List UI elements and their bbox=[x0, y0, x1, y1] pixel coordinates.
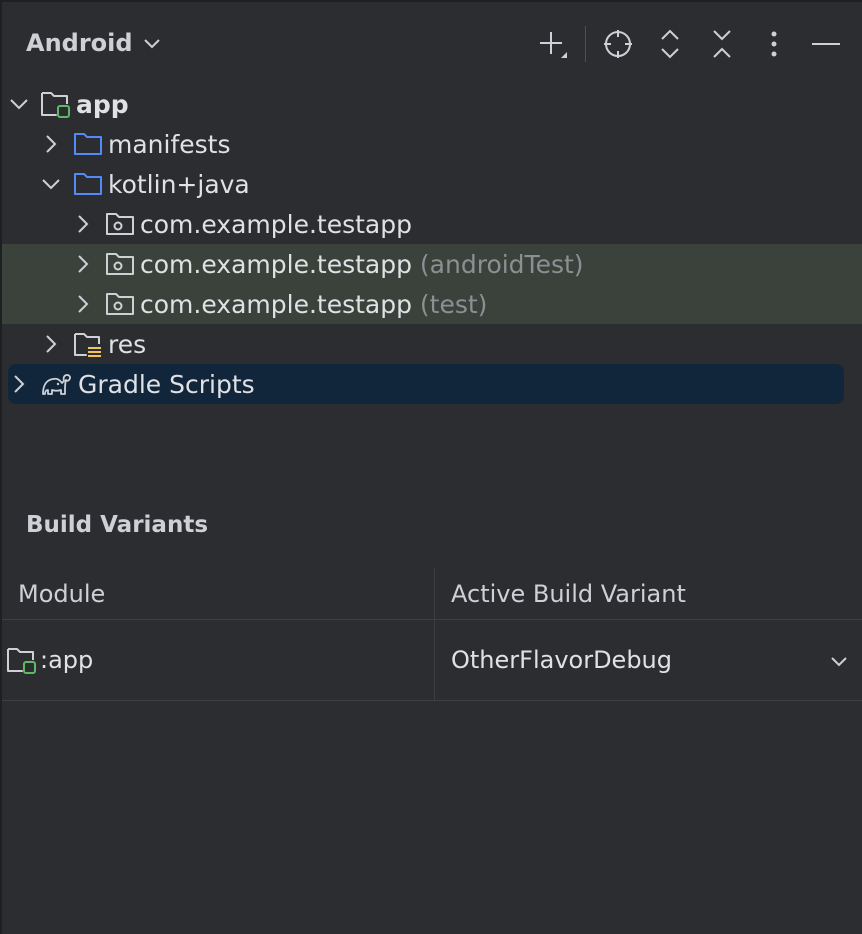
project-tool-window: Android app manifests kotlin+java com.ex… bbox=[0, 0, 862, 934]
build-variant-value: OtherFlavorDebug bbox=[451, 646, 673, 674]
package-name: com.example.testapp bbox=[140, 289, 412, 319]
view-selector-label: Android bbox=[26, 29, 133, 57]
source-set-suffix: (androidTest) bbox=[419, 249, 584, 279]
tree-node-label: res bbox=[108, 329, 147, 359]
tree-node-package-main[interactable]: com.example.testapp bbox=[2, 204, 862, 244]
chevron-right-icon[interactable] bbox=[40, 133, 62, 155]
module-folder-icon bbox=[40, 88, 72, 120]
package-icon bbox=[104, 248, 136, 280]
toolbar-separator bbox=[585, 26, 586, 62]
chevron-right-icon[interactable] bbox=[72, 293, 94, 315]
tree-node-res[interactable]: res bbox=[2, 324, 862, 364]
hide-icon[interactable] bbox=[806, 24, 846, 64]
build-variant-dropdown[interactable]: OtherFlavorDebug bbox=[435, 620, 862, 700]
tree-node-label: Gradle Scripts bbox=[78, 369, 255, 399]
tree-node-manifests[interactable]: manifests bbox=[2, 124, 862, 164]
tree-node-package-test[interactable]: com.example.testapp (test) bbox=[2, 284, 862, 324]
tool-window-header: Android bbox=[2, 2, 862, 84]
chevron-right-icon[interactable] bbox=[72, 253, 94, 275]
build-variants-title: Build Variants bbox=[26, 512, 209, 538]
chevron-right-icon[interactable] bbox=[40, 333, 62, 355]
tree-node-label: kotlin+java bbox=[108, 169, 250, 199]
chevron-right-icon[interactable] bbox=[72, 213, 94, 235]
expand-all-icon[interactable] bbox=[650, 24, 690, 64]
source-set-suffix: (test) bbox=[419, 289, 488, 319]
chevron-down-icon bbox=[143, 34, 161, 53]
tree-node-label: com.example.testapp (androidTest) bbox=[140, 250, 584, 279]
table-row[interactable]: :app OtherFlavorDebug bbox=[2, 620, 862, 701]
package-name: com.example.testapp bbox=[140, 249, 412, 279]
folder-icon bbox=[72, 128, 104, 160]
locate-icon[interactable] bbox=[598, 24, 638, 64]
tree-node-kotlin-java[interactable]: kotlin+java bbox=[2, 164, 862, 204]
more-options-icon[interactable] bbox=[754, 24, 794, 64]
column-header-module[interactable]: Module bbox=[18, 568, 105, 620]
collapse-all-icon[interactable] bbox=[702, 24, 742, 64]
module-name: :app bbox=[40, 646, 94, 674]
chevron-down-icon[interactable] bbox=[8, 93, 30, 115]
add-icon[interactable] bbox=[533, 24, 573, 64]
chevron-right-icon[interactable] bbox=[8, 373, 30, 395]
source-folder-icon bbox=[72, 168, 104, 200]
module-folder-icon bbox=[6, 644, 40, 676]
view-selector-dropdown[interactable]: Android bbox=[26, 28, 161, 58]
toolbar bbox=[521, 24, 846, 64]
table-header-row: Module Active Build Variant bbox=[2, 568, 862, 620]
chevron-down-icon[interactable] bbox=[40, 173, 62, 195]
package-icon bbox=[104, 208, 136, 240]
chevron-down-icon bbox=[830, 652, 848, 671]
package-icon bbox=[104, 288, 136, 320]
column-header-active-build-variant[interactable]: Active Build Variant bbox=[451, 568, 686, 620]
resource-folder-icon bbox=[72, 328, 104, 360]
gradle-elephant-icon bbox=[40, 368, 72, 400]
tree-node-label: com.example.testapp (test) bbox=[140, 290, 487, 319]
project-tree: app manifests kotlin+java com.example.te… bbox=[2, 84, 862, 404]
tree-node-label: manifests bbox=[108, 129, 231, 159]
tree-node-label: app bbox=[76, 89, 129, 119]
tree-node-package-android-test[interactable]: com.example.testapp (androidTest) bbox=[2, 244, 862, 284]
module-cell: :app bbox=[6, 620, 93, 700]
tree-node-app[interactable]: app bbox=[2, 84, 862, 124]
build-variants-table: Module Active Build Variant :app OtherFl… bbox=[2, 568, 862, 701]
tree-node-gradle-scripts[interactable]: Gradle Scripts bbox=[8, 364, 844, 404]
tree-node-label: com.example.testapp bbox=[140, 209, 412, 239]
